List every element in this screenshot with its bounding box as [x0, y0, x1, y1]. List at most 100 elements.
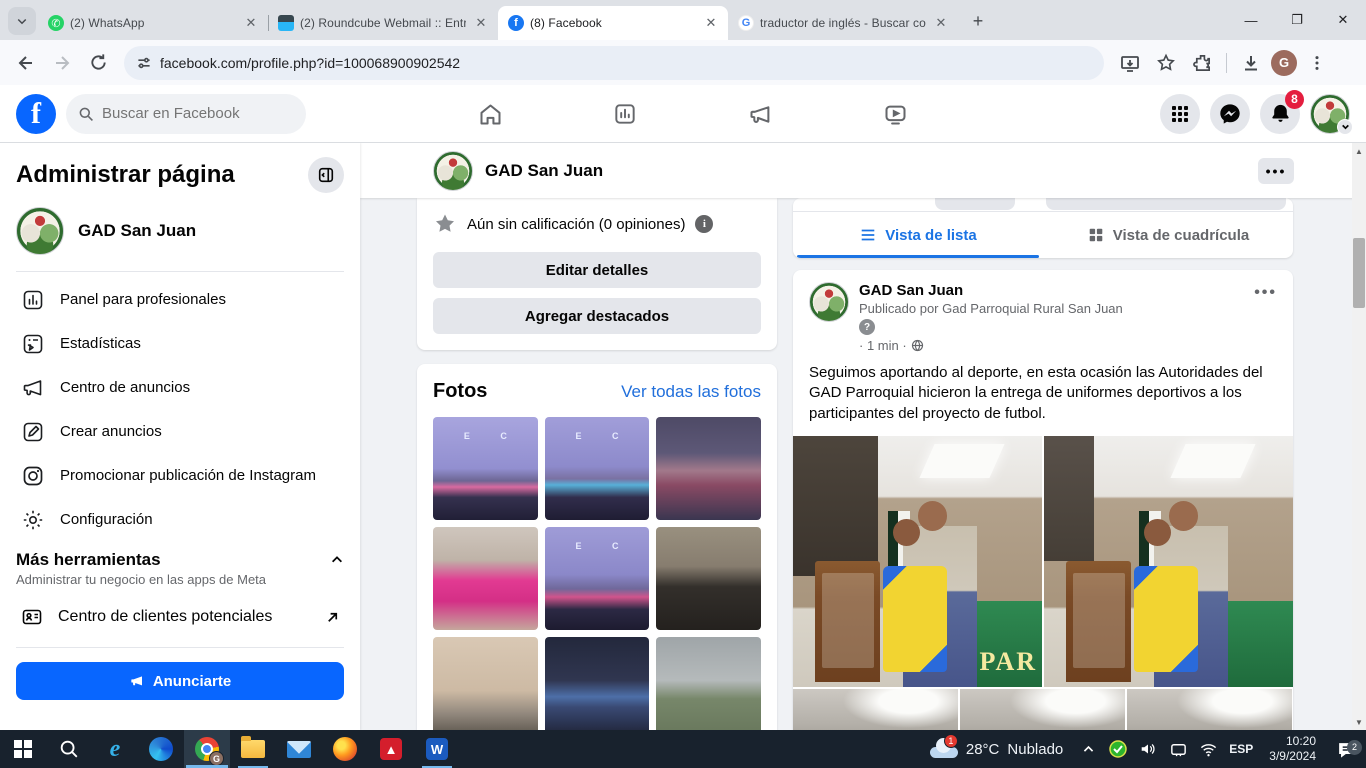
- post-photo[interactable]: [960, 689, 1125, 730]
- messenger-button[interactable]: [1210, 94, 1250, 134]
- tab-grid-view[interactable]: Vista de cuadrícula: [1043, 212, 1293, 258]
- sidebar-item-boost-instagram[interactable]: Promocionar publicación de Instagram: [16, 454, 344, 498]
- reload-button[interactable]: [82, 47, 114, 79]
- photo-thumbnail[interactable]: [433, 637, 538, 730]
- page-avatar[interactable]: [433, 151, 473, 191]
- tab-list-view[interactable]: Vista de lista: [793, 212, 1043, 258]
- tab-close-button[interactable]: ✕: [242, 14, 260, 32]
- tray-wifi-icon[interactable]: [1193, 740, 1223, 759]
- photo-thumbnail[interactable]: [656, 527, 761, 630]
- photo-thumbnail[interactable]: E C: [433, 417, 538, 520]
- clock-time: 10:20: [1286, 734, 1316, 748]
- taskbar-acrobat[interactable]: ▲: [368, 730, 414, 768]
- tab-close-button[interactable]: ✕: [932, 14, 950, 32]
- scroll-down-arrow[interactable]: ▼: [1352, 714, 1366, 730]
- post-photo[interactable]: PAR: [793, 436, 1042, 687]
- chrome-profile-badge: G: [209, 751, 224, 766]
- minimize-button[interactable]: —: [1228, 0, 1274, 40]
- edit-details-button[interactable]: Editar detalles: [433, 252, 761, 288]
- notifications-button[interactable]: 8: [1260, 94, 1300, 134]
- taskbar-edge[interactable]: [138, 730, 184, 768]
- tray-expand-button[interactable]: [1073, 743, 1103, 756]
- extensions-button[interactable]: [1186, 47, 1218, 79]
- taskbar-word[interactable]: W: [414, 730, 460, 768]
- advertise-button[interactable]: Anunciarte: [16, 662, 344, 700]
- back-button[interactable]: [10, 47, 42, 79]
- browser-profile-avatar[interactable]: G: [1271, 50, 1297, 76]
- photo-thumbnail[interactable]: [656, 637, 761, 730]
- nav-insights-button[interactable]: [595, 90, 655, 138]
- info-icon[interactable]: i: [695, 215, 713, 233]
- profile-avatar[interactable]: [1310, 94, 1350, 134]
- tray-volume-icon[interactable]: [1133, 740, 1163, 758]
- taskbar-mail[interactable]: [276, 730, 322, 768]
- sidebar-item-leads-center[interactable]: Centro de clientes potenciales: [16, 595, 344, 639]
- page-scrollbar[interactable]: ▲ ▼: [1352, 143, 1366, 730]
- post-timestamp[interactable]: · 1 min ·: [859, 338, 907, 353]
- help-icon[interactable]: ?: [859, 319, 875, 335]
- start-button[interactable]: [0, 730, 46, 768]
- tab-facebook-active[interactable]: f (8) Facebook ✕: [498, 6, 728, 40]
- post-photo[interactable]: [1127, 689, 1292, 730]
- post-photo[interactable]: [793, 689, 958, 730]
- scrollbar-thumb[interactable]: [1353, 238, 1365, 308]
- tab-whatsapp[interactable]: ✆ (2) WhatsApp ✕: [38, 6, 268, 40]
- photo-thumbnail[interactable]: E C: [545, 527, 650, 630]
- sidebar-item-insights[interactable]: Estadísticas: [16, 322, 344, 366]
- address-bar[interactable]: facebook.com/profile.php?id=100068900902…: [124, 46, 1104, 80]
- facebook-logo[interactable]: f: [16, 94, 56, 134]
- post-author-name[interactable]: GAD San Juan: [859, 282, 1123, 299]
- more-tools-header[interactable]: Más herramientas: [16, 550, 344, 570]
- tab-search-button[interactable]: [8, 7, 36, 35]
- scroll-up-arrow[interactable]: ▲: [1352, 143, 1366, 159]
- collapse-sidebar-button[interactable]: [308, 157, 344, 193]
- maximize-button[interactable]: ❐: [1274, 0, 1320, 40]
- sidebar-item-ads-center[interactable]: Centro de anuncios: [16, 366, 344, 410]
- tray-antivirus-icon[interactable]: [1103, 740, 1133, 758]
- back-arrow-icon: [16, 53, 36, 73]
- taskbar-firefox[interactable]: [322, 730, 368, 768]
- downloads-button[interactable]: [1235, 47, 1267, 79]
- nav-video-button[interactable]: [866, 90, 926, 138]
- forward-button[interactable]: [46, 47, 78, 79]
- taskbar-clock[interactable]: 10:20 3/9/2024: [1259, 734, 1326, 764]
- browser-menu-button[interactable]: [1301, 47, 1333, 79]
- photo-thumbnail[interactable]: [433, 527, 538, 630]
- see-all-photos-link[interactable]: Ver todas las fotos: [621, 382, 761, 402]
- taskbar-weather[interactable]: 1 28°C Nublado: [920, 730, 1073, 768]
- tab-close-button[interactable]: ✕: [472, 14, 490, 32]
- action-center-button[interactable]: 2: [1326, 740, 1366, 759]
- photo-thumbnail[interactable]: [656, 417, 761, 520]
- add-featured-button[interactable]: Agregar destacados: [433, 298, 761, 334]
- new-tab-button[interactable]: +: [964, 7, 992, 35]
- tab-close-button[interactable]: ✕: [702, 14, 720, 32]
- tab-google-search[interactable]: G traductor de inglés - Buscar co ✕: [728, 6, 958, 40]
- install-app-button[interactable]: [1114, 47, 1146, 79]
- taskbar-file-explorer[interactable]: [230, 730, 276, 768]
- language-indicator[interactable]: ESP: [1223, 742, 1259, 756]
- taskbar-chrome[interactable]: G: [184, 730, 230, 768]
- sidebar-page-link[interactable]: GAD San Juan: [16, 193, 344, 271]
- post-author-avatar[interactable]: [809, 282, 849, 322]
- tab-roundcube[interactable]: (2) Roundcube Webmail :: Entra ✕: [268, 6, 498, 40]
- taskbar-search-button[interactable]: [46, 730, 92, 768]
- post-photo[interactable]: [1044, 436, 1293, 687]
- taskbar-internet-explorer[interactable]: e: [92, 730, 138, 768]
- window-controls: — ❐ ✕: [1228, 0, 1366, 40]
- forward-arrow-icon: [52, 53, 72, 73]
- bookmark-button[interactable]: [1150, 47, 1182, 79]
- sidebar-item-professional-dashboard[interactable]: Panel para profesionales: [16, 278, 344, 322]
- tray-tablet-icon[interactable]: [1163, 740, 1193, 759]
- facebook-search[interactable]: [66, 94, 306, 134]
- nav-home-button[interactable]: [460, 90, 520, 138]
- nav-ads-button[interactable]: [731, 90, 791, 138]
- close-button[interactable]: ✕: [1320, 0, 1366, 40]
- sidebar-item-create-ads[interactable]: Crear anuncios: [16, 410, 344, 454]
- post-menu-button[interactable]: •••: [1254, 284, 1277, 302]
- photo-thumbnail[interactable]: E C: [545, 417, 650, 520]
- page-more-button[interactable]: •••: [1258, 158, 1294, 184]
- search-input[interactable]: [102, 105, 282, 122]
- apps-menu-button[interactable]: [1160, 94, 1200, 134]
- sidebar-item-settings[interactable]: Configuración: [16, 498, 344, 542]
- photo-thumbnail[interactable]: [545, 637, 650, 730]
